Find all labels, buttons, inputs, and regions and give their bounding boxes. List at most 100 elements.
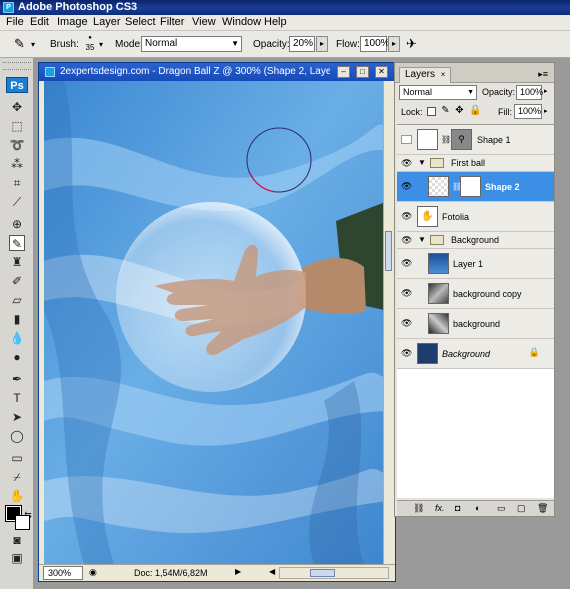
brush-picker[interactable]: ● 35 — [83, 34, 97, 54]
close-button[interactable]: ✕ — [375, 66, 388, 78]
gradient-tool-icon[interactable]: ▮ — [9, 311, 25, 327]
layer-thumbnail — [428, 253, 449, 274]
adjustment-layer-icon[interactable]: ◐ — [475, 503, 480, 513]
menu-view[interactable]: View — [192, 16, 216, 28]
ellipse-shape-tool-icon[interactable]: ◯ — [9, 428, 25, 444]
dodge-tool-icon[interactable]: ● — [9, 349, 25, 365]
close-tab-icon[interactable]: × — [441, 70, 446, 79]
minimize-button[interactable]: – — [337, 66, 350, 78]
blur-tool-icon[interactable]: 💧 — [9, 330, 25, 346]
flow-slider-button[interactable]: ▸ — [388, 36, 400, 52]
menu-file[interactable]: File — [6, 16, 24, 28]
eraser-tool-icon[interactable]: ▱ — [9, 292, 25, 308]
image-canvas[interactable] — [44, 81, 388, 564]
background-color-swatch[interactable] — [15, 515, 30, 530]
blend-mode-dropdown[interactable]: Normal ▼ — [399, 85, 477, 100]
lock-all-icon[interactable]: 🔒 — [469, 106, 481, 116]
hand-tool-icon[interactable]: ✋ — [9, 488, 25, 504]
airbrush-icon[interactable]: ✈ — [406, 36, 417, 52]
group-expanded-triangle-icon[interactable]: ▼ — [418, 235, 426, 244]
pen-tool-icon[interactable]: ✒ — [9, 371, 25, 387]
fill-input[interactable]: 100% — [514, 104, 542, 119]
add-mask-icon[interactable]: ◘ — [455, 503, 460, 513]
zoom-field[interactable]: 300% — [43, 566, 83, 580]
menu-window[interactable]: Window — [222, 16, 261, 28]
lock-transparent-icon[interactable] — [427, 107, 436, 116]
vertical-scrollbar[interactable] — [383, 81, 393, 564]
flow-input[interactable]: 100% — [360, 36, 390, 52]
layer-row-layer-1[interactable]: 👁 Layer 1 — [397, 249, 554, 279]
tool-preset-chevron-icon[interactable]: ▾ — [31, 40, 35, 49]
layer-row-fotolia[interactable]: 👁 ✋ Fotolia — [397, 202, 554, 232]
eyedropper-tool-icon[interactable]: ⌿ — [9, 469, 25, 485]
vertical-scroll-thumb[interactable] — [385, 231, 392, 271]
layer-row-first-ball-group[interactable]: 👁 ▼ First ball — [397, 155, 554, 172]
opacity-slider-button[interactable]: ▸ — [316, 36, 328, 52]
lock-position-icon[interactable]: ✥ — [455, 106, 464, 116]
path-selection-tool-icon[interactable]: ➤ — [9, 409, 25, 425]
layer-thumbnail — [417, 129, 438, 150]
eye-icon[interactable]: 👁 — [401, 349, 412, 358]
scroll-left-icon[interactable]: ◀ — [269, 567, 275, 576]
clone-stamp-tool-icon[interactable]: ♜ — [9, 254, 25, 270]
eye-icon[interactable]: 👁 — [401, 236, 412, 245]
type-tool-icon[interactable]: T — [9, 390, 25, 406]
crop-tool-icon[interactable]: ⌗ — [9, 175, 25, 191]
history-brush-tool-icon[interactable]: ✐ — [9, 273, 25, 289]
color-swatches[interactable] — [5, 505, 32, 532]
menu-edit[interactable]: Edit — [30, 16, 49, 28]
tab-layers[interactable]: Layers × — [399, 67, 452, 83]
delete-layer-icon[interactable]: 🗑 — [537, 503, 548, 514]
quick-mask-icon[interactable]: ◙ — [9, 532, 25, 548]
menu-select[interactable]: Select — [125, 16, 156, 28]
layer-row-background-copy[interactable]: 👁 background copy — [397, 279, 554, 309]
eye-icon[interactable]: 👁 — [401, 159, 412, 168]
brush-picker-chevron-icon[interactable]: ▾ — [99, 40, 103, 49]
status-menu-icon[interactable]: ◉ — [89, 567, 97, 578]
brush-tool-icon[interactable]: ✎ — [9, 235, 25, 251]
menu-image[interactable]: Image — [57, 16, 88, 28]
marquee-tool-icon[interactable]: ⬚ — [9, 118, 25, 134]
lasso-tool-icon[interactable]: ➰ — [9, 137, 25, 153]
horizontal-scrollbar[interactable] — [279, 567, 389, 579]
panel-menu-icon[interactable]: ▸≡ — [538, 69, 548, 80]
lock-image-icon[interactable]: ✎ — [441, 106, 450, 116]
layer-row-shape-2[interactable]: 👁 ⛓ Shape 2 — [397, 172, 554, 202]
eye-icon[interactable]: 👁 — [401, 212, 412, 221]
new-group-icon[interactable]: ▭ — [497, 503, 506, 514]
horizontal-scroll-thumb[interactable] — [310, 569, 335, 577]
mode-dropdown[interactable]: Normal ▼ — [141, 36, 242, 52]
layer-style-fx-icon[interactable]: fx. — [435, 503, 445, 513]
eye-icon[interactable]: 👁 — [401, 182, 412, 191]
status-flyout-icon[interactable]: ▶ — [235, 567, 241, 576]
screen-mode-icon[interactable]: ▣ — [9, 550, 25, 566]
menu-help[interactable]: Help — [264, 16, 287, 28]
brush-tool-preset-icon[interactable]: ✎ — [14, 37, 28, 51]
healing-brush-tool-icon[interactable]: ⊕ — [9, 216, 25, 232]
chain-link-icon[interactable]: ⛓ — [441, 135, 451, 144]
eye-icon[interactable]: 👁 — [401, 259, 412, 268]
opacity-slider-arrow-icon[interactable]: ▸ — [544, 87, 548, 95]
menu-layer[interactable]: Layer — [93, 16, 121, 28]
notes-tool-icon[interactable]: ▭ — [9, 450, 25, 466]
layer-row-background-layer[interactable]: 👁 background — [397, 309, 554, 339]
opacity-input[interactable]: 20% — [289, 36, 315, 52]
slice-tool-icon[interactable]: ⟋ — [9, 194, 25, 210]
fill-slider-arrow-icon[interactable]: ▸ — [544, 107, 548, 115]
new-layer-icon[interactable]: ▢ — [517, 503, 526, 514]
maximize-button[interactable]: □ — [356, 66, 369, 78]
panel-grip[interactable] — [3, 62, 31, 70]
layer-row-shape-1[interactable]: ⛓ ⚲ Shape 1 — [397, 125, 554, 155]
layer-row-background-group[interactable]: 👁 ▼ Background — [397, 232, 554, 249]
move-tool-icon[interactable]: ✥ — [9, 99, 25, 115]
visibility-toggle-off[interactable] — [401, 135, 412, 144]
document-title-bar[interactable]: 2expertsdesign.com - Dragon Ball Z @ 300… — [39, 63, 395, 81]
eye-icon[interactable]: 👁 — [401, 319, 412, 328]
layer-opacity-input[interactable]: 100% — [516, 85, 543, 100]
link-layers-icon[interactable]: ⛓ — [413, 503, 424, 514]
magic-wand-tool-icon[interactable]: ⁂ — [9, 156, 25, 172]
eye-icon[interactable]: 👁 — [401, 289, 412, 298]
menu-filter[interactable]: Filter — [160, 16, 184, 28]
layer-row-locked-background[interactable]: 👁 Background 🔒 — [397, 339, 554, 369]
group-expanded-triangle-icon[interactable]: ▼ — [418, 158, 426, 167]
